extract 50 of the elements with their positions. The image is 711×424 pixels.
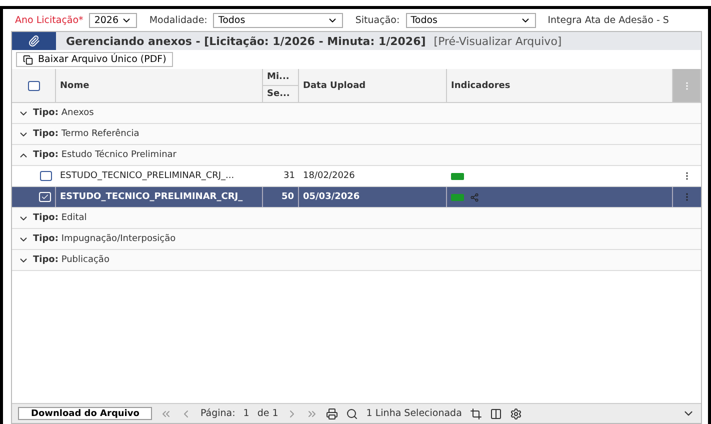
group-row[interactable]: Tipo: Termo Referência xyxy=(12,124,701,145)
table-cell: 05/03/2026 xyxy=(303,192,360,202)
group-label: Tipo: Edital xyxy=(33,213,87,223)
filter-label: Situação: xyxy=(355,14,400,26)
search-icon[interactable] xyxy=(346,408,358,420)
checkbox[interactable] xyxy=(40,171,52,181)
page-total: de 1 xyxy=(257,408,278,419)
group-label: Tipo: Anexos xyxy=(33,108,94,118)
printer-icon[interactable] xyxy=(326,408,338,420)
dropdown-field[interactable]: 2026 xyxy=(89,12,138,28)
column-header[interactable]: Se... xyxy=(263,86,299,103)
filter-label: Modalidade: xyxy=(149,14,208,26)
settings-icon[interactable] xyxy=(510,408,522,420)
column-header[interactable]: Indicadores xyxy=(447,69,673,103)
group-label: Tipo: Impugnação/Interposição xyxy=(33,234,176,244)
copy-icon xyxy=(23,54,33,64)
group-row[interactable]: Tipo: Publicação xyxy=(12,250,701,271)
table-cell: 18/02/2026 xyxy=(303,171,355,181)
filter-label: Integra Ata de Adesão - S xyxy=(548,14,669,26)
table-cell: ESTUDO_TECNICO_PRELIMINAR_CRJ_ xyxy=(60,192,243,202)
column-header[interactable]: Data Upload xyxy=(299,69,447,103)
card-icon xyxy=(451,172,464,180)
dropdown-field[interactable]: Todos xyxy=(406,12,536,28)
checkbox[interactable] xyxy=(28,80,40,90)
group-row[interactable]: Tipo: Anexos xyxy=(12,103,701,124)
download-button[interactable]: Download do Arquivo xyxy=(18,407,152,420)
selection-count: 1 Linha Selecionada xyxy=(366,408,462,419)
filter-label: Ano Licitação* xyxy=(15,14,84,26)
group-label: Tipo: Termo Referência xyxy=(33,129,140,139)
check-icon xyxy=(41,193,49,201)
table-cell: 31 xyxy=(284,171,295,181)
dialog-title: Gerenciando anexos - [Licitação: 1/2026 - Minuta: 1/2026] xyxy=(66,34,426,48)
crop-icon[interactable] xyxy=(470,408,482,420)
column-header[interactable]: Mi... xyxy=(263,69,299,86)
group-row[interactable]: Tipo: Estudo Técnico Preliminar xyxy=(12,145,701,166)
group-row[interactable]: Tipo: Impugnação/Interposição xyxy=(12,229,701,250)
paperclip-icon xyxy=(12,32,56,50)
page-number: 1 xyxy=(243,408,250,419)
page-label: Página: xyxy=(200,408,236,419)
card-icon xyxy=(451,194,464,200)
dropdown-field[interactable]: Todos xyxy=(213,12,344,28)
group-row[interactable]: Tipo: Edital xyxy=(12,208,701,229)
download-pdf-button[interactable]: Baixar Arquivo Único (PDF) xyxy=(16,52,174,67)
preview-link[interactable]: [Pré-Visualizar Arquivo] xyxy=(434,34,562,48)
group-label: Tipo: Publicação xyxy=(33,255,110,265)
group-label: Tipo: Estudo Técnico Preliminar xyxy=(33,150,176,160)
table-cell: ESTUDO_TECNICO_PRELIMINAR_CRJ_... xyxy=(60,171,234,181)
table-cell: 50 xyxy=(281,192,294,202)
column-header[interactable]: Nome xyxy=(56,69,263,103)
columns-icon[interactable] xyxy=(490,408,502,420)
